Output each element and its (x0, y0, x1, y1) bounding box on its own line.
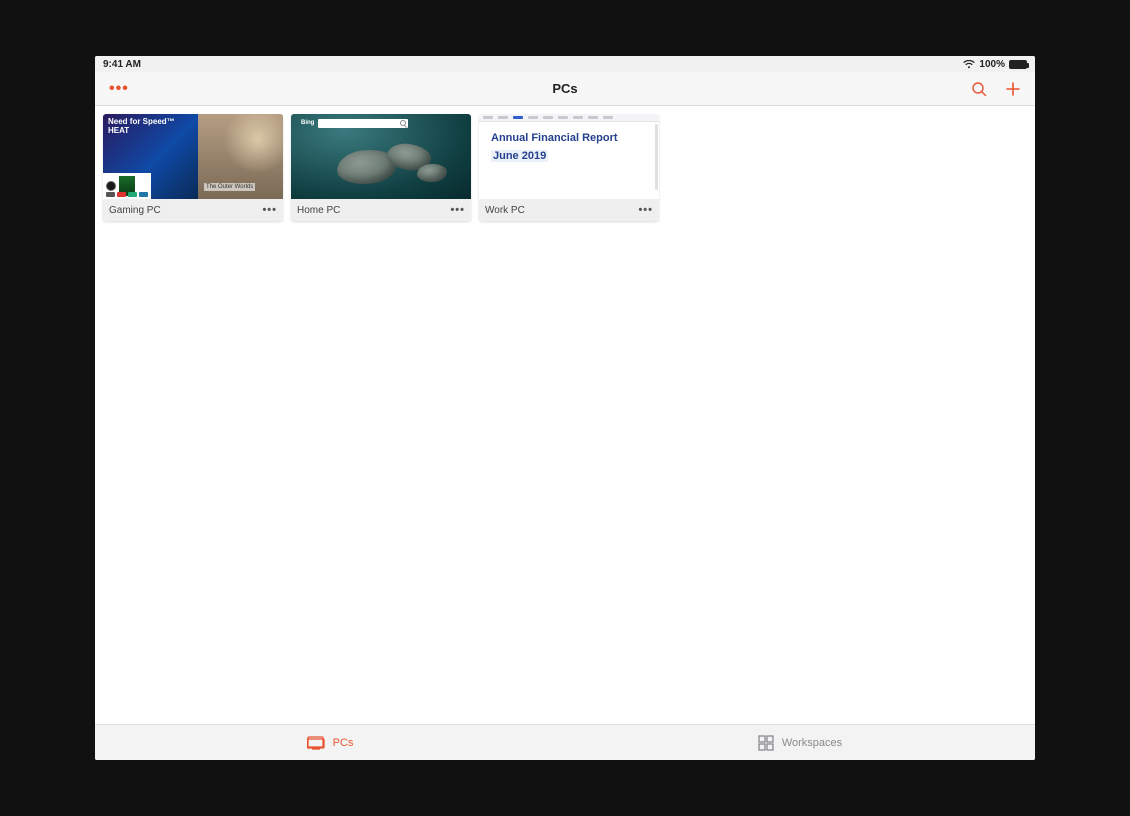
pc-card[interactable]: Annual Financial Report June 2019 Work P… (479, 114, 659, 221)
tab-label: Workspaces (782, 737, 842, 749)
preview-text: The Outer Worlds (204, 183, 255, 191)
tab-workspaces[interactable]: Workspaces (565, 725, 1035, 760)
search-icon (318, 119, 408, 128)
pc-grid: Need for Speed™ HEAT The Outer Worlds Ga… (95, 106, 1035, 724)
card-more-button[interactable]: ••• (638, 204, 653, 216)
workspaces-icon (758, 735, 774, 751)
app-window: 9:41 AM 100% ••• PCs (95, 56, 1035, 760)
tab-pcs[interactable]: PCs (95, 725, 565, 760)
tab-bar: PCs Workspaces (95, 724, 1035, 760)
pc-label: Work PC (485, 205, 638, 216)
status-time: 9:41 AM (103, 59, 141, 70)
preview-text: June 2019 (491, 150, 548, 162)
pc-label: Gaming PC (109, 205, 262, 216)
add-button[interactable] (1005, 81, 1021, 97)
preview-text: Need for Speed™ HEAT (108, 118, 193, 136)
status-bar: 9:41 AM 100% (95, 56, 1035, 72)
battery-percent: 100% (979, 59, 1005, 70)
battery-icon (1009, 60, 1027, 69)
preview-text: Bing (301, 120, 314, 126)
card-more-button[interactable]: ••• (450, 204, 465, 216)
search-button[interactable] (971, 81, 987, 97)
pc-thumbnail: Annual Financial Report June 2019 (479, 114, 659, 199)
monitor-icon (307, 736, 325, 750)
preview-text: Annual Financial Report (491, 132, 647, 146)
card-more-button[interactable]: ••• (262, 204, 277, 216)
pc-card[interactable]: Need for Speed™ HEAT The Outer Worlds Ga… (103, 114, 283, 221)
more-button[interactable]: ••• (109, 81, 129, 97)
wifi-icon (963, 60, 975, 69)
pc-thumbnail: Need for Speed™ HEAT The Outer Worlds (103, 114, 283, 199)
nav-bar: ••• PCs (95, 72, 1035, 106)
tab-label: PCs (333, 737, 354, 749)
pc-label: Home PC (297, 205, 450, 216)
pc-thumbnail: Bing (291, 114, 471, 199)
page-title: PCs (95, 81, 1035, 96)
pc-card[interactable]: Bing Home PC ••• (291, 114, 471, 221)
